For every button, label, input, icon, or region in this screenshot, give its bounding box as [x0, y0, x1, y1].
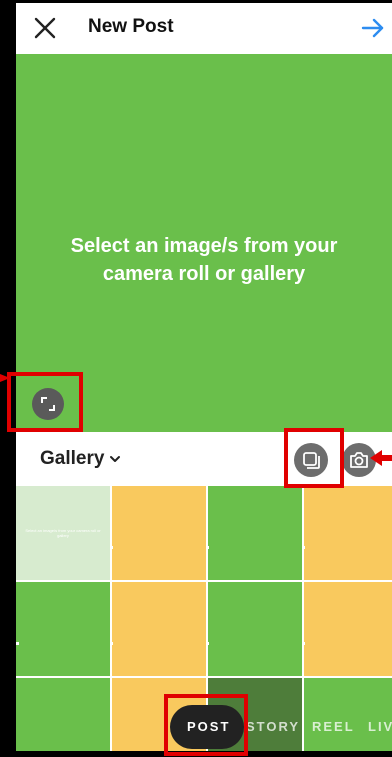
top-bar: New Post [16, 3, 392, 53]
gallery-thumbnail[interactable] [208, 486, 302, 580]
preview-line-2: camera roll or gallery [102, 263, 306, 285]
thumbnail-caption: Select an image/s from your camera roll … [25, 528, 101, 538]
grid-marker [206, 642, 209, 645]
grid-marker [110, 642, 113, 645]
gallery-thumbnail[interactable] [16, 678, 110, 757]
highlight-expand [7, 372, 83, 432]
grid-marker [16, 642, 19, 645]
chevron-down-icon[interactable] [108, 452, 122, 466]
mode-reel[interactable]: REEL [312, 719, 355, 734]
gallery-dropdown-label[interactable]: Gallery [40, 448, 104, 470]
gallery-thumbnail[interactable] [304, 486, 392, 580]
highlight-multi-select [284, 428, 344, 488]
gallery-thumbnail[interactable] [112, 582, 206, 676]
screen: New Post Select an image/s from your cam… [0, 0, 392, 757]
close-button[interactable] [32, 15, 58, 41]
annotation-arrow-right [370, 450, 392, 466]
next-button[interactable] [360, 15, 386, 41]
arrow-right-icon [361, 18, 384, 38]
gallery-thumbnail[interactable] [208, 582, 302, 676]
mode-live[interactable]: LIV [368, 719, 392, 734]
grid-marker [302, 642, 305, 645]
gallery-thumbnail[interactable]: Select an image/s from your camera roll … [16, 486, 110, 580]
grid-marker [302, 546, 305, 549]
gallery-thumbnail[interactable] [112, 486, 206, 580]
gallery-thumbnail[interactable] [304, 582, 392, 676]
grid-marker [206, 546, 209, 549]
grid-marker [110, 546, 113, 549]
highlight-post-mode [164, 694, 248, 756]
annotation-arrow-left [0, 374, 10, 382]
preview-line-1: Select an image/s from your [70, 235, 338, 257]
gallery-thumbnail[interactable] [16, 582, 110, 676]
device-frame-top [0, 0, 392, 3]
close-icon [34, 17, 56, 39]
page-title: New Post [88, 16, 174, 37]
mode-story[interactable]: STORY [246, 719, 300, 734]
preview-placeholder-text: Select an image/s from your camera roll … [16, 232, 392, 288]
